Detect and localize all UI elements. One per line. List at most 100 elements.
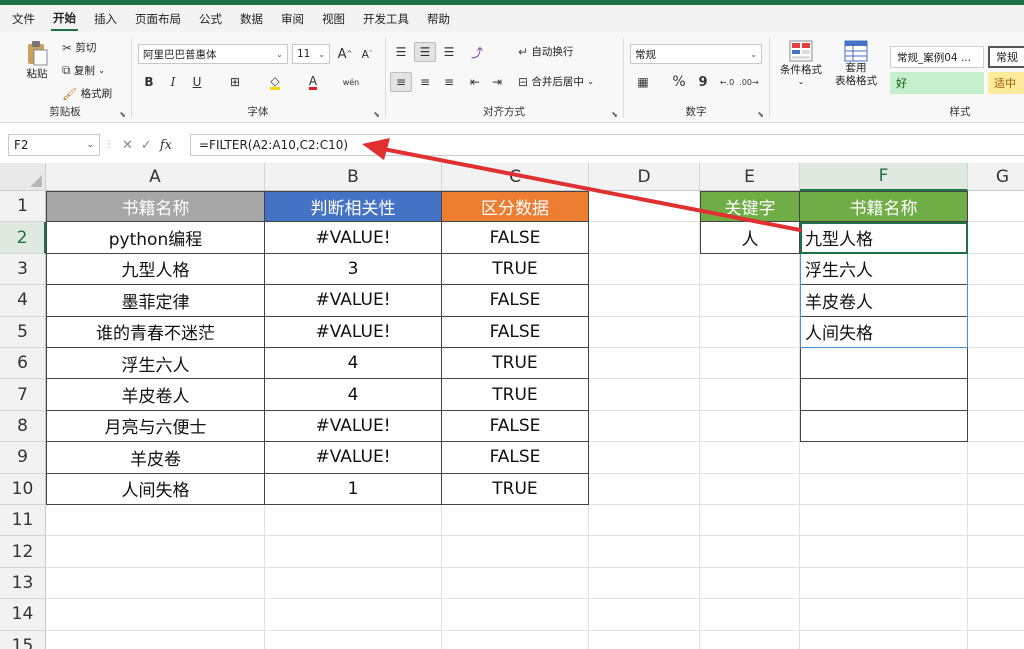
row-header-12[interactable]: 12 bbox=[0, 536, 46, 568]
column-header-a[interactable]: A bbox=[46, 163, 265, 191]
confirm-icon[interactable]: ✓ bbox=[141, 138, 152, 153]
result-cell[interactable] bbox=[800, 379, 968, 411]
keyword-header[interactable]: 关键字 bbox=[700, 191, 800, 223]
align-top-button[interactable]: ☰ bbox=[390, 42, 412, 62]
cell-style-normal[interactable]: 常规 bbox=[988, 46, 1024, 68]
grid-cell[interactable] bbox=[589, 567, 700, 600]
decrease-decimal-button[interactable]: .00→ bbox=[738, 72, 760, 92]
grid-cell[interactable] bbox=[800, 473, 968, 505]
grid-cell[interactable] bbox=[968, 474, 1024, 505]
table-cell-c[interactable]: TRUE bbox=[442, 473, 589, 505]
grid-cell[interactable] bbox=[265, 536, 442, 568]
keyword-value[interactable]: 人 bbox=[700, 222, 800, 254]
grid-cell[interactable] bbox=[700, 316, 800, 348]
grid-cell[interactable] bbox=[442, 536, 589, 568]
table-cell-a[interactable]: python编程 bbox=[46, 222, 265, 254]
grid-cell[interactable] bbox=[589, 316, 700, 348]
table-cell-b[interactable]: 3 bbox=[265, 253, 442, 286]
format-as-table-button[interactable]: 套用 表格格式 bbox=[828, 40, 884, 88]
menu-tab-1[interactable]: 开始 bbox=[51, 7, 78, 31]
menu-tab-0[interactable]: 文件 bbox=[10, 8, 37, 30]
grid-cell[interactable] bbox=[700, 630, 800, 649]
menu-tab-3[interactable]: 页面布局 bbox=[133, 8, 183, 30]
table-cell-b[interactable]: #VALUE! bbox=[265, 222, 442, 254]
grid-cell[interactable] bbox=[700, 473, 800, 505]
align-right-button[interactable]: ≡ bbox=[438, 72, 460, 92]
grid-cell[interactable] bbox=[589, 191, 700, 223]
grid-cell[interactable] bbox=[800, 505, 968, 537]
table-cell-c[interactable]: TRUE bbox=[442, 253, 589, 286]
grid-cell[interactable] bbox=[800, 567, 968, 600]
table-cell-c[interactable]: TRUE bbox=[442, 348, 589, 380]
grid-cell[interactable] bbox=[589, 599, 700, 631]
percent-button[interactable]: % bbox=[668, 72, 690, 92]
grid-cell[interactable] bbox=[46, 536, 265, 568]
grid-cell[interactable] bbox=[46, 567, 265, 600]
cell-style-neutral[interactable]: 适中 bbox=[988, 72, 1024, 94]
phonetic-button[interactable]: wén bbox=[340, 72, 362, 92]
column-header-g[interactable]: G bbox=[968, 163, 1024, 191]
grid-cell[interactable] bbox=[968, 442, 1024, 474]
bold-button[interactable]: B bbox=[138, 72, 160, 92]
grid-cell[interactable] bbox=[700, 567, 800, 600]
table-cell-a[interactable]: 浮生六人 bbox=[46, 348, 265, 380]
grid-cell[interactable] bbox=[46, 599, 265, 631]
row-header-9[interactable]: 9 bbox=[0, 442, 46, 474]
menu-tab-6[interactable]: 审阅 bbox=[279, 8, 306, 30]
shrink-font-button[interactable]: Aˇ bbox=[356, 44, 378, 64]
dialog-launcher-icon[interactable]: ⬊ bbox=[757, 110, 764, 119]
grid-cell[interactable] bbox=[46, 630, 265, 649]
font-size-select[interactable]: 11 ⌄ bbox=[292, 44, 330, 64]
column-header-f[interactable]: F bbox=[800, 163, 968, 191]
grid-cell[interactable] bbox=[46, 505, 265, 537]
row-header-7[interactable]: 7 bbox=[0, 379, 46, 411]
grid-cell[interactable] bbox=[968, 411, 1024, 443]
grid-cell[interactable] bbox=[968, 317, 1024, 348]
row-header-8[interactable]: 8 bbox=[0, 410, 46, 443]
accounting-format-button[interactable]: ▦ bbox=[632, 72, 654, 92]
result-cell[interactable] bbox=[800, 348, 968, 380]
column-header-c[interactable]: C bbox=[442, 163, 589, 191]
grid-cell[interactable] bbox=[589, 285, 700, 317]
result-cell[interactable]: 羊皮卷人 bbox=[800, 285, 968, 317]
result-cell[interactable]: 人间失格 bbox=[800, 316, 968, 348]
grid-cell[interactable] bbox=[442, 505, 589, 537]
table-cell-a[interactable]: 墨菲定律 bbox=[46, 285, 265, 317]
increase-indent-button[interactable]: ⇥ bbox=[486, 72, 508, 92]
column-header-d[interactable]: D bbox=[589, 163, 700, 191]
table-cell-b[interactable]: #VALUE! bbox=[265, 285, 442, 317]
row-header-14[interactable]: 14 bbox=[0, 599, 46, 631]
copy-button[interactable]: ⧉ 复制 ⌄ bbox=[62, 63, 105, 78]
column-header-e[interactable]: E bbox=[700, 163, 800, 191]
result-cell[interactable]: 九型人格 bbox=[800, 222, 968, 254]
table-cell-c[interactable]: FALSE bbox=[442, 316, 589, 348]
select-all-corner[interactable] bbox=[0, 163, 46, 191]
dialog-launcher-icon[interactable]: ⬊ bbox=[119, 110, 126, 119]
align-center-button[interactable]: ≡ bbox=[414, 72, 436, 92]
result-header[interactable]: 书籍名称 bbox=[800, 191, 968, 223]
table-cell-c[interactable]: FALSE bbox=[442, 285, 589, 317]
cell-style-case04[interactable]: 常规_案例04 ... bbox=[890, 46, 984, 68]
grid-cell[interactable] bbox=[968, 379, 1024, 411]
grid-cell[interactable] bbox=[589, 536, 700, 568]
increase-decimal-button[interactable]: ←.0 bbox=[716, 72, 738, 92]
cancel-icon[interactable]: ✕ bbox=[122, 138, 133, 153]
name-box[interactable]: F2 ⌄ bbox=[8, 134, 100, 156]
table-header-a[interactable]: 书籍名称 bbox=[46, 191, 265, 223]
grid-cell[interactable] bbox=[700, 442, 800, 474]
grid-cell[interactable] bbox=[700, 348, 800, 380]
grid-cell[interactable] bbox=[700, 505, 800, 537]
grid-cell[interactable] bbox=[700, 410, 800, 443]
row-header-2[interactable]: 2 bbox=[0, 222, 46, 254]
row-header-13[interactable]: 13 bbox=[0, 567, 46, 600]
grid-cell[interactable] bbox=[800, 442, 968, 474]
grid-cell[interactable] bbox=[968, 222, 1024, 254]
grid-cell[interactable] bbox=[589, 505, 700, 537]
menu-tab-7[interactable]: 视图 bbox=[320, 8, 347, 30]
grid-cell[interactable] bbox=[442, 599, 589, 631]
grid-cell[interactable] bbox=[968, 536, 1024, 568]
result-cell[interactable]: 浮生六人 bbox=[800, 253, 968, 286]
number-format-select[interactable]: 常规 ⌄ bbox=[630, 44, 762, 64]
align-bottom-button[interactable]: ☰ bbox=[438, 42, 460, 62]
table-cell-c[interactable]: TRUE bbox=[442, 379, 589, 411]
